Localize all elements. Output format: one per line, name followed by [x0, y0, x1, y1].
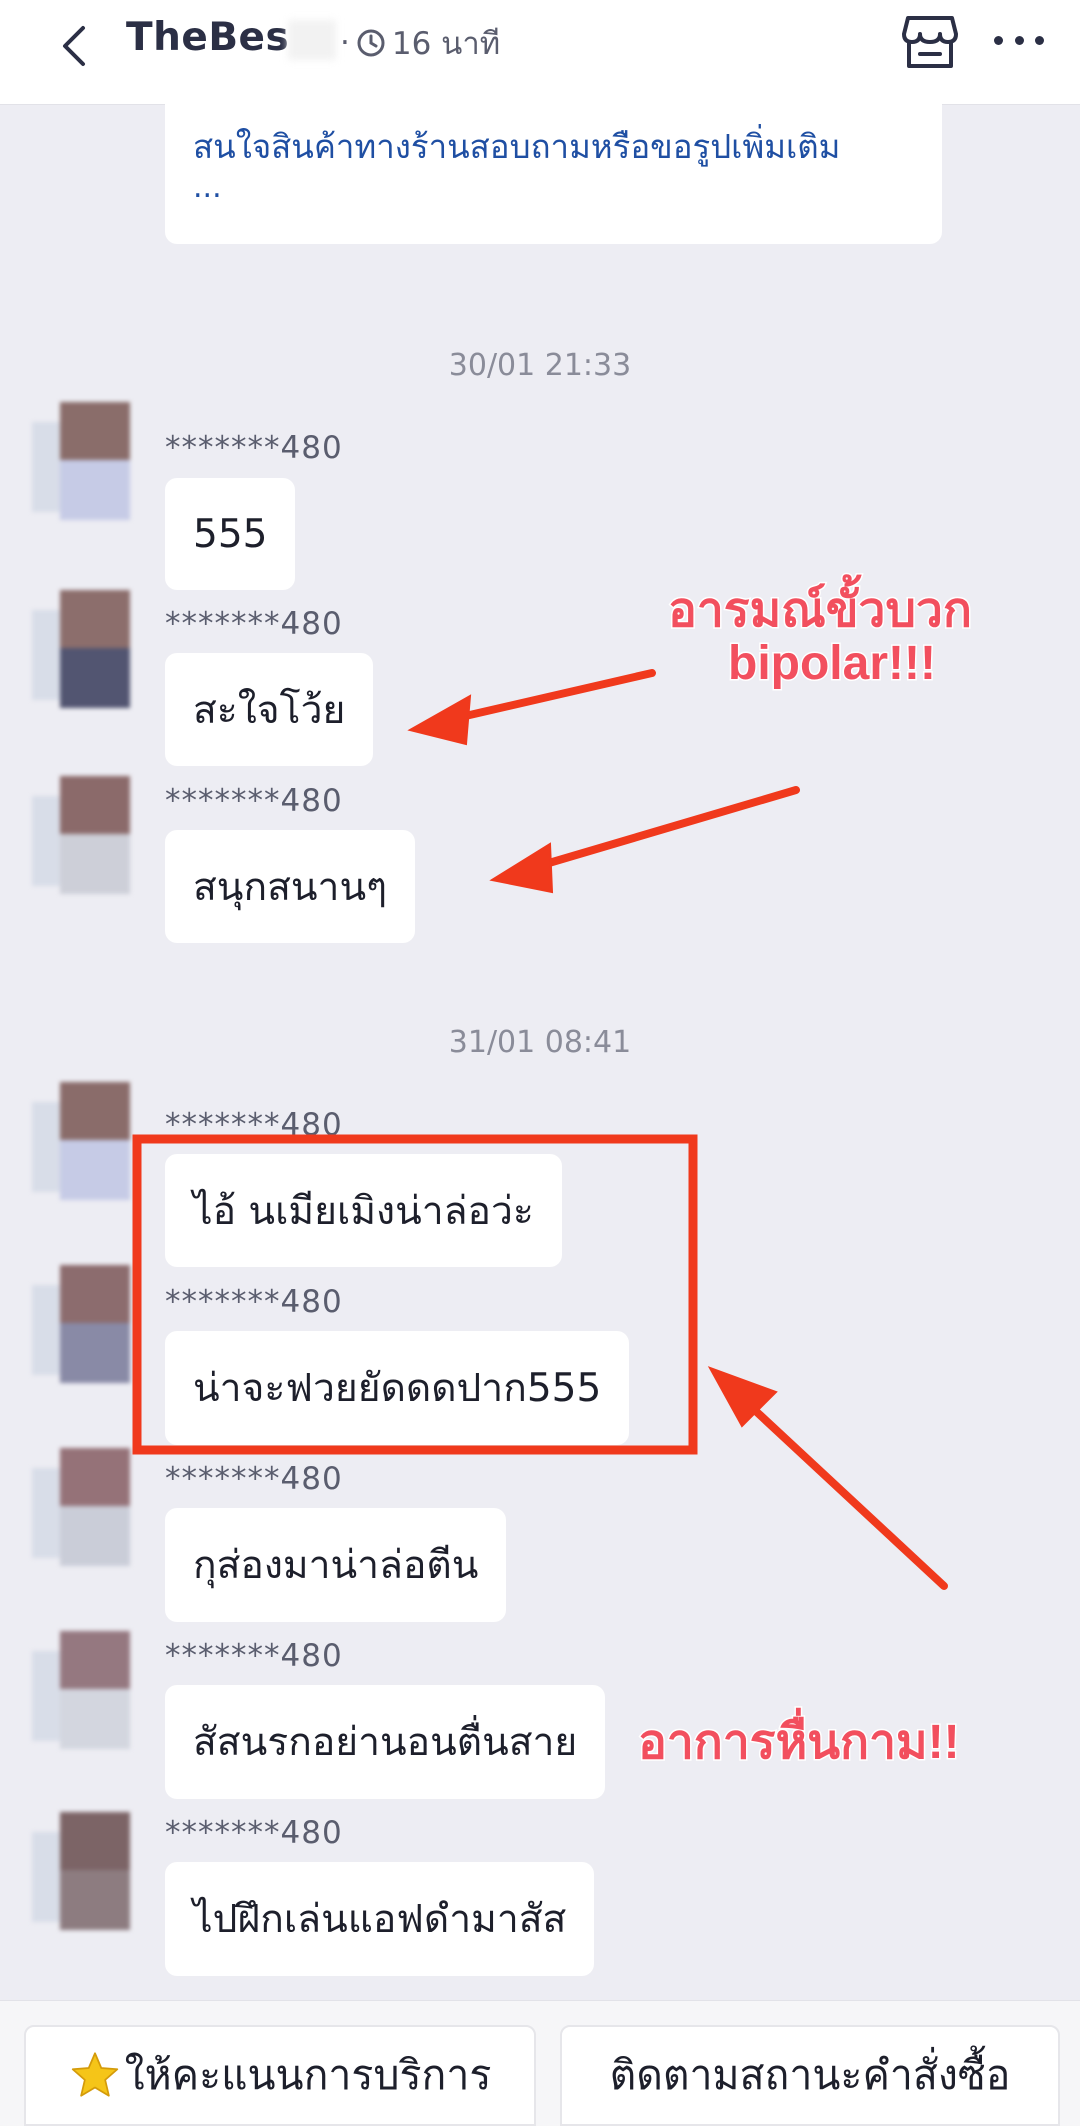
avatar-blur — [60, 1689, 130, 1749]
sender-name: *******480 — [165, 430, 343, 466]
avatar-blur — [60, 402, 130, 460]
avatar-blur — [60, 1265, 130, 1323]
avatar-blur — [60, 1812, 130, 1870]
more-icon-dot — [1014, 35, 1024, 45]
avatar-blur — [60, 1082, 130, 1140]
arrow-head — [707, 1366, 778, 1428]
avatar-blur — [60, 590, 130, 648]
quick-actions-bar: ให้คะแนนการบริการ ติดตามสถานะคำสั่งซื้อ — [0, 2000, 1080, 2126]
avatar[interactable] — [32, 776, 132, 894]
more-options-button[interactable] — [994, 20, 1044, 60]
avatar-blur — [60, 1870, 130, 1930]
shop-name-title[interactable]: TheBes — [126, 15, 289, 60]
avatar[interactable] — [32, 1448, 132, 1566]
message-bubble[interactable]: ไปฝึกเล่นแอฟดำมาสัส — [165, 1862, 595, 1976]
avatar[interactable] — [32, 402, 132, 520]
avatar[interactable] — [32, 1812, 132, 1930]
arrow-line — [742, 1398, 948, 1590]
track-order-label: ติดตามสถานะคำสั่งซื้อ — [609, 2051, 1011, 2099]
avatar-blur — [60, 1323, 130, 1383]
arrow-line — [528, 786, 800, 872]
avatar-blur — [32, 1832, 60, 1922]
arrow-line — [444, 669, 656, 724]
back-chevron-icon — [63, 26, 85, 66]
shop-icon — [902, 16, 958, 68]
message-bubble[interactable]: กุส่องมาน่าล่อตีน — [165, 1508, 507, 1622]
avatar-blur — [32, 1102, 60, 1192]
track-order-button[interactable]: ติดตามสถานะคำสั่งซื้อ — [560, 2025, 1060, 2126]
avatar-blur — [60, 1448, 130, 1506]
last-active-time: 16 นาที — [391, 26, 501, 62]
sender-name: *******480 — [165, 1638, 343, 1674]
arrow-head — [489, 842, 554, 894]
more-icon-dot — [1035, 35, 1044, 45]
last-active-status: · 16 นาที — [340, 18, 500, 68]
avatar-blur — [32, 1468, 60, 1558]
message-bubble[interactable]: น่าจะฟวยยัดดดปาก555 — [165, 1331, 630, 1445]
avatar-blur — [60, 1506, 130, 1566]
avatar-blur — [32, 1651, 60, 1741]
avatar[interactable] — [32, 590, 132, 708]
sender-name: *******480 — [165, 1107, 343, 1143]
date-divider: 31/01 08:41 — [448, 1025, 632, 1060]
avatar-blur — [60, 776, 130, 834]
separator-dot: · — [340, 25, 350, 61]
blurred-title-part — [288, 20, 336, 60]
annotation-text: อาการหื่นกาม!! — [637, 1715, 962, 1771]
message-bubble[interactable]: สัสนรกอย่านอนตื่นสาย — [165, 1685, 606, 1799]
shop-auto-reply-card: สนใจสินค้าทางร้านสอบถามหรือขอรูปเพิ่มเติ… — [165, 100, 942, 244]
rate-service-button[interactable]: ให้คะแนนการบริการ — [24, 2025, 536, 2126]
shop-button[interactable] — [900, 10, 960, 74]
message-bubble[interactable]: ไอ้ นเมียเมิงน่าล่อว่ะ — [165, 1154, 562, 1267]
auto-reply-ellipsis: ... — [193, 170, 222, 205]
date-divider: 30/01 21:33 — [448, 348, 632, 383]
avatar-blur — [32, 422, 60, 512]
avatar-blur — [60, 1631, 130, 1689]
avatar[interactable] — [32, 1265, 132, 1383]
message-bubble[interactable]: สะใจโว้ย — [165, 653, 374, 766]
auto-reply-link[interactable]: สนใจสินค้าทางร้านสอบถามหรือขอรูปเพิ่มเติ… — [193, 120, 840, 173]
sender-name: *******480 — [165, 1815, 343, 1851]
sender-name: *******480 — [165, 1284, 343, 1320]
avatar-blur — [32, 610, 60, 700]
rate-service-label: ให้คะแนนการบริการ — [124, 2051, 492, 2099]
avatar[interactable] — [32, 1082, 132, 1200]
arrow-head — [407, 694, 472, 746]
back-button[interactable] — [44, 16, 104, 76]
annotation-text: bipolar!!! — [727, 636, 938, 692]
more-icon — [994, 35, 1003, 45]
avatar-blur — [60, 1140, 130, 1200]
star-icon — [71, 2051, 118, 2097]
avatar-blur — [32, 796, 60, 886]
sender-name: *******480 — [165, 606, 343, 642]
avatar[interactable] — [32, 1631, 132, 1749]
avatar-blur — [60, 834, 130, 894]
message-bubble[interactable]: สนุกสนานๆ — [165, 830, 416, 943]
message-bubble[interactable]: 555 — [165, 478, 296, 590]
avatar-blur — [60, 460, 130, 520]
clock-icon — [357, 29, 385, 57]
chat-header: TheBes · 16 นาที — [0, 0, 1080, 105]
avatar-blur — [32, 1285, 60, 1375]
avatar-blur — [60, 648, 130, 708]
sender-name: *******480 — [165, 1461, 343, 1497]
sender-name: *******480 — [165, 783, 343, 819]
